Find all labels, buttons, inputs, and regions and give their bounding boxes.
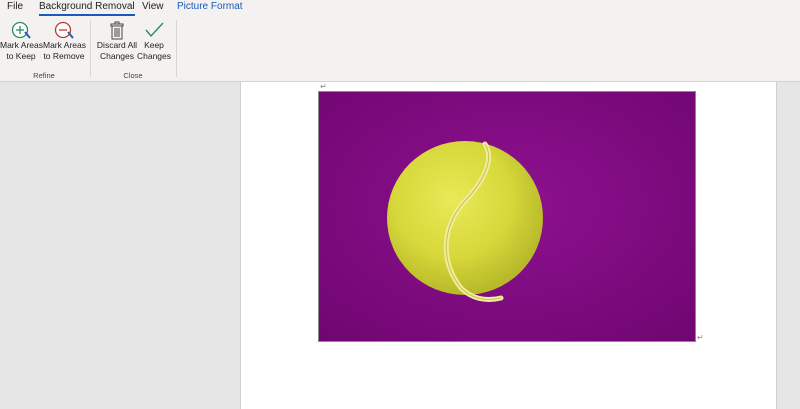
discard-all-changes-button[interactable]: Discard All Changes (95, 20, 139, 62)
ribbon: File Background Removal View Picture For… (0, 0, 800, 82)
tab-view[interactable]: View (142, 1, 164, 13)
discard-label-2: Changes (99, 51, 135, 61)
group-separator (176, 20, 177, 77)
checkmark-icon (145, 22, 164, 38)
paragraph-mark: ↵ (697, 333, 704, 342)
group-label-close: Close (123, 71, 143, 80)
minus-pen-icon (54, 21, 74, 39)
mark-keep-label-2: to Keep (6, 51, 36, 61)
group-separator (90, 20, 91, 77)
mark-areas-to-remove-button[interactable]: Mark Areas to Remove (43, 20, 86, 62)
keep-label-1: Keep (144, 40, 164, 50)
tennis-ball (387, 141, 543, 295)
tennis-ball-image (319, 92, 695, 341)
mark-remove-label-1: Mark Areas (43, 40, 86, 50)
trash-icon (110, 21, 124, 40)
tab-background-removal[interactable]: Background Removal (39, 1, 135, 16)
tab-picture-format[interactable]: Picture Format (177, 1, 243, 13)
mark-keep-label-1: Mark Areas (0, 40, 43, 50)
plus-pen-icon (11, 21, 31, 39)
tennis-ball-picture[interactable] (318, 91, 696, 342)
mark-remove-label-2: to Remove (43, 51, 85, 61)
tab-file[interactable]: File (7, 1, 23, 13)
discard-label-1: Discard All (96, 40, 138, 50)
keep-label-2: Changes (136, 51, 172, 61)
paragraph-mark: ↵ (320, 82, 327, 91)
group-label-refine: Refine (33, 71, 55, 80)
mark-areas-to-keep-button[interactable]: Mark Areas to Keep (0, 20, 43, 62)
keep-changes-button[interactable]: Keep Changes (136, 20, 172, 62)
ribbon-tabs: File Background Removal View Picture For… (0, 0, 800, 16)
